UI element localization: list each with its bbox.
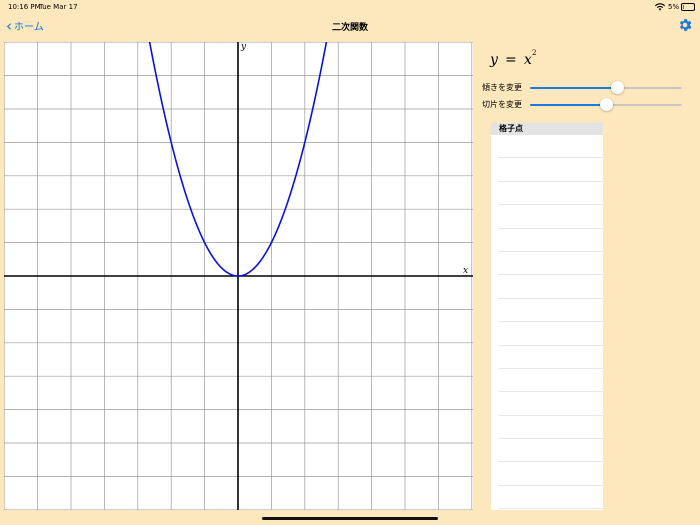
- gear-icon[interactable]: [677, 17, 693, 33]
- intercept-slider-thumb[interactable]: [600, 98, 613, 111]
- battery-percent: 5%: [668, 3, 680, 11]
- table-row[interactable]: [499, 252, 603, 276]
- table-row[interactable]: [499, 486, 603, 510]
- table-row[interactable]: [499, 229, 603, 252]
- wifi-icon: [655, 3, 665, 13]
- table-row[interactable]: [499, 369, 603, 393]
- table-row[interactable]: [499, 275, 603, 299]
- intercept-slider-track[interactable]: [530, 98, 682, 111]
- slope-slider-label: 傾きを変更: [482, 83, 522, 92]
- table-row[interactable]: [499, 158, 603, 182]
- battery-icon: [681, 3, 695, 11]
- table-row[interactable]: [499, 182, 603, 206]
- table-rows: [491, 135, 603, 510]
- formula-exponent: 2: [532, 49, 537, 57]
- table-row[interactable]: [499, 135, 603, 159]
- table-row[interactable]: [499, 322, 603, 346]
- formula-equals: =: [505, 52, 517, 68]
- formula-y: y: [490, 52, 498, 68]
- status-time: 10:16 PM: [8, 3, 41, 11]
- y-axis-label: y: [240, 42, 247, 52]
- home-indicator[interactable]: [262, 517, 438, 520]
- status-bar: 10:16 PM Tue Mar 17 5%: [0, 0, 700, 14]
- lattice-points-table[interactable]: 格子点: [491, 123, 603, 510]
- intercept-slider-row: 切片を変更: [482, 98, 692, 112]
- graph-area[interactable]: x y: [4, 42, 473, 510]
- slope-slider-fill: [530, 87, 617, 89]
- table-row[interactable]: [499, 416, 603, 440]
- intercept-slider-fill: [530, 104, 606, 106]
- table-header: 格子点: [491, 123, 603, 135]
- status-date: Tue Mar 17: [39, 3, 78, 11]
- slope-slider-row: 傾きを変更: [482, 81, 692, 95]
- slope-slider-thumb[interactable]: [610, 81, 624, 94]
- x-axis-label: x: [463, 266, 468, 276]
- table-row[interactable]: [499, 346, 603, 369]
- navigation-bar: ‹ ホーム 二次関数: [0, 14, 700, 38]
- table-row[interactable]: [499, 439, 603, 463]
- slope-slider-track[interactable]: [530, 81, 682, 94]
- table-row[interactable]: [499, 462, 603, 486]
- table-row[interactable]: [499, 299, 603, 323]
- table-row[interactable]: [499, 392, 603, 416]
- page-title: 二次関数: [331, 23, 368, 33]
- table-row[interactable]: [499, 205, 603, 229]
- intercept-slider-label: 切片を変更: [482, 100, 522, 109]
- formula-x: x: [524, 52, 532, 68]
- coordinate-plane: x y: [4, 42, 473, 510]
